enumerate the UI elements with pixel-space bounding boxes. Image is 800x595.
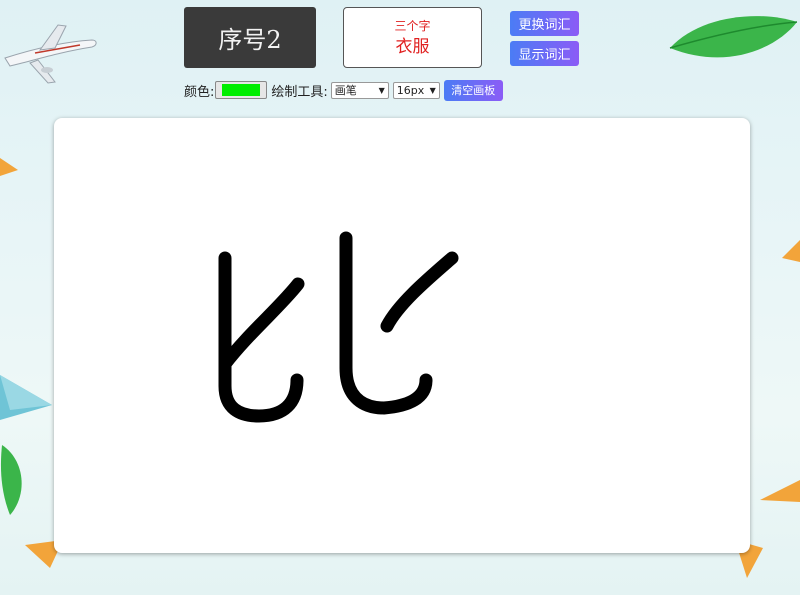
hint-char-count: 三个字 [394,18,431,33]
serial-number-display: 序号2 [184,7,316,68]
canvas-stroke [380,251,459,333]
leaf-icon [669,16,798,58]
drawing-canvas[interactable] [54,118,750,553]
paper-plane-icon [0,375,52,420]
change-words-button[interactable]: 更换词汇 [510,11,579,36]
canvas-stroke [218,251,304,423]
serial-number-label: 序号2 [218,26,282,54]
triangle-icon [760,480,800,502]
brush-size-value: 16px [396,83,425,97]
chevron-down-icon: ▼ [429,85,436,95]
triangle-icon [0,158,18,176]
canvas-strokes [218,231,459,423]
chevron-down-icon: ▼ [378,85,385,95]
canvas-stroke [218,277,305,371]
triangle-icon [782,240,800,262]
tool-select-value: 画笔 [334,84,357,97]
hint-word: 衣服 [395,36,430,57]
leaf-icon [0,445,22,515]
drawing-toolbar: 颜色: 绘制工具: 画笔 ▼ 16px ▼ 清空画板 [184,79,503,101]
color-label: 颜色: [184,84,215,100]
brush-size-select[interactable]: 16px ▼ [392,81,440,99]
airplane-icon [4,24,97,84]
tool-label: 绘制工具: [271,84,328,100]
word-hint-card: 三个字 衣服 [343,7,482,68]
clear-canvas-button[interactable]: 清空画板 [443,79,503,101]
tool-select[interactable]: 画笔 ▼ [330,81,389,99]
color-picker-fill [222,84,261,96]
color-picker[interactable] [215,81,268,99]
show-words-button[interactable]: 显示词汇 [510,41,579,66]
